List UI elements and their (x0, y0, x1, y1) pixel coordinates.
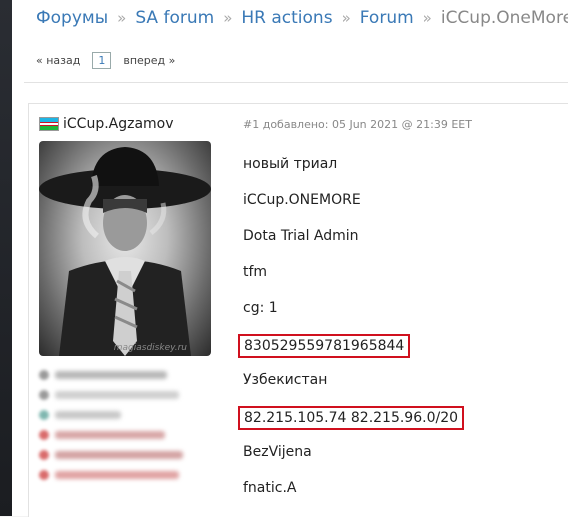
uzbekistan-flag-icon (39, 117, 59, 131)
post-line: tfm (243, 264, 268, 280)
post-line: BezVijena (243, 444, 312, 460)
highlighted-ip: 82.215.105.74 82.215.96.0/20 (238, 406, 465, 430)
prev-page-link[interactable]: « назад (36, 54, 80, 67)
post-meta: #1 добавлено: 05 Jun 2021 @ 21:39 EET (243, 118, 472, 131)
post-line-highlighted: 82.215.105.74 82.215.96.0/20 (238, 406, 465, 442)
breadcrumb-sa-forum[interactable]: SA forum (135, 8, 214, 28)
post-line: cg: 1 (243, 300, 278, 316)
breadcrumb-separator: » (341, 9, 351, 27)
post-line: Dota Trial Admin (243, 228, 359, 244)
post-line: новый триал (243, 156, 338, 172)
left-dark-edge (0, 0, 12, 516)
breadcrumb-current: iCCup.OneMore (440, 8, 568, 28)
user-badges-blurred (39, 366, 183, 486)
post-line: iCCup.ONEMORE (243, 192, 361, 208)
author-name[interactable]: iCCup.Agzamov (63, 116, 174, 132)
avatar-watermark: magiasdiskey.ru (113, 343, 187, 353)
post-line-highlighted: 830529559781965844 (238, 334, 464, 370)
page: Форумы » SA forum » HR actions » Forum » iCCup.O… (12, 0, 568, 517)
post-line: fnatic.A (243, 480, 297, 496)
highlighted-id: 830529559781965844 (238, 334, 411, 358)
post-author[interactable]: iCCup.Agzamov (39, 116, 174, 132)
forum-post: iCCup.Agzamov magiasdiskey.ru #1 добавле… (28, 103, 568, 517)
breadcrumb-separator: » (422, 9, 432, 27)
avatar-image (39, 147, 211, 356)
breadcrumb-hr-actions[interactable]: HR actions (241, 8, 332, 28)
next-page-link[interactable]: вперед » (123, 54, 175, 67)
post-line: Узбекистан (243, 372, 328, 388)
breadcrumb-separator: » (223, 9, 233, 27)
pagination: « назад 1 вперед » (36, 52, 175, 69)
breadcrumb-separator: » (117, 9, 127, 27)
avatar: magiasdiskey.ru (39, 141, 211, 356)
divider (24, 82, 568, 83)
page-number-1[interactable]: 1 (92, 52, 112, 69)
breadcrumb-forums[interactable]: Форумы (36, 8, 108, 28)
breadcrumb: Форумы » SA forum » HR actions » Forum » iCCup.O… (36, 8, 568, 28)
breadcrumb-forum[interactable]: Forum (360, 8, 414, 28)
post-body: новый триал iCCup.ONEMORE Dota Trial Adm… (238, 154, 465, 514)
